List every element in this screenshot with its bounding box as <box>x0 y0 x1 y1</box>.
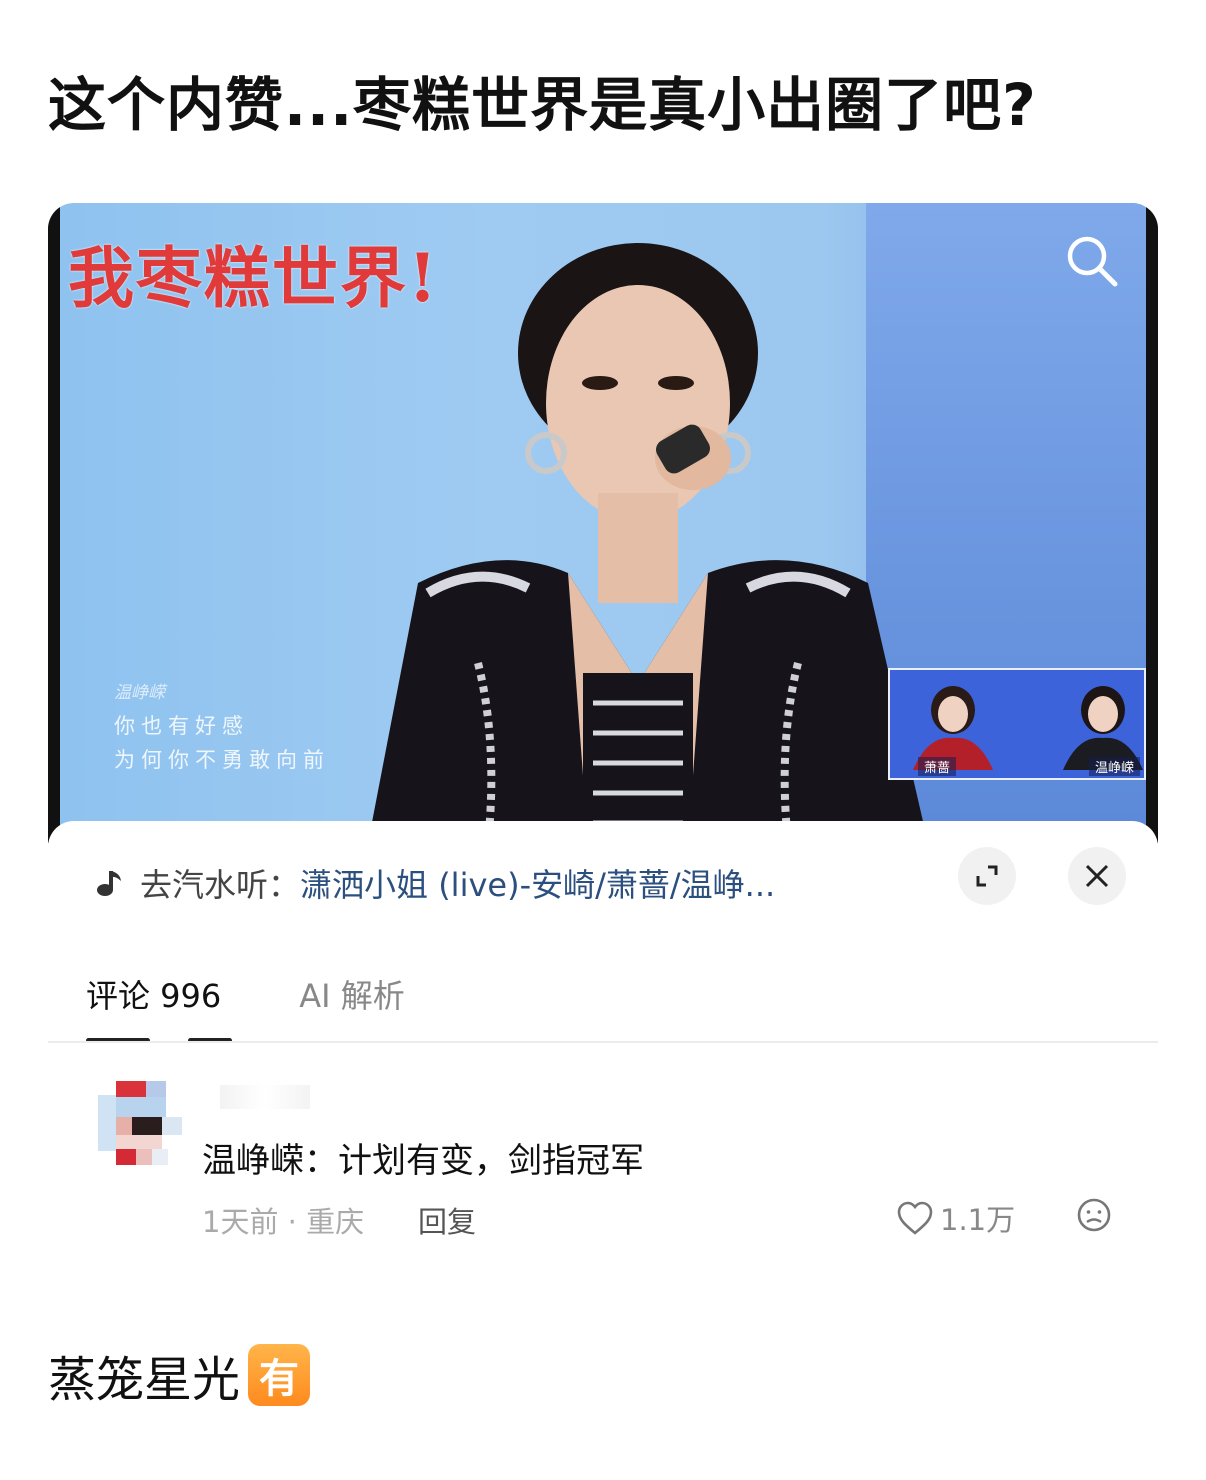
tab-comments[interactable]: 评论 996 <box>86 971 221 1017</box>
lyrics-overlay: 温峥嵘 你也有好感 为何你不勇敢向前 <box>114 678 330 777</box>
comment-text: 温峥嵘：计划有变，剑指冠军 <box>202 1141 644 1181</box>
comment-time-location: 1天前 · 重庆 <box>202 1205 365 1239</box>
close-icon <box>1085 864 1109 888</box>
expand-icon <box>976 865 998 887</box>
performer-image <box>368 243 928 843</box>
close-button[interactable] <box>1068 847 1126 905</box>
badge-icon: 有 <box>248 1344 311 1406</box>
pip-name-left: 萧蔷 <box>918 757 957 776</box>
lyrics-line: 为何你不勇敢向前 <box>114 748 330 772</box>
pip-name-right: 温峥嵘 <box>1088 757 1140 776</box>
author-name[interactable]: 蒸笼星光 有 <box>48 1340 311 1410</box>
video-border <box>48 203 60 843</box>
lyrics-singer: 温峥嵘 <box>114 683 165 703</box>
picture-in-picture: 萧蔷 温峥嵘 <box>888 668 1146 780</box>
heart-icon <box>897 1201 933 1235</box>
search-icon[interactable] <box>1064 233 1120 289</box>
lyrics-line: 你也有好感 <box>114 714 249 738</box>
song-title[interactable]: 潇洒小姐 (live)-安崎/萧蔷/温峥... <box>300 860 775 906</box>
overlay-caption: 我枣糕世界! <box>68 239 439 317</box>
reply-button[interactable]: 回复 <box>418 1199 476 1241</box>
author-label: 蒸笼星光 <box>48 1352 241 1408</box>
video-frame[interactable]: 我枣糕世界! 温峥嵘 你也有好感 为何你不勇敢向前 萧蔷 温峥嵘 <box>48 203 1158 843</box>
comment-item: 温峥嵘：计划有变，剑指冠军 1天前 · 重庆 回复 1.1万 <box>98 1081 1111 1241</box>
like-count: 1.1万 <box>940 1203 1016 1237</box>
avatar[interactable] <box>98 1081 182 1165</box>
video-border <box>1146 203 1158 843</box>
tab-bar: 评论 996 AI 解析 <box>86 971 405 1017</box>
music-link[interactable]: 去汽水听： 潇洒小姐 (live)-安崎/萧蔷/温峥... <box>94 859 894 907</box>
comment-sheet: 去汽水听： 潇洒小姐 (live)-安崎/萧蔷/温峥... 评论 996 AI … <box>48 821 1158 1243</box>
music-prefix: 去汽水听： <box>140 866 301 904</box>
tab-ai-analysis[interactable]: AI 解析 <box>299 971 405 1017</box>
username-redacted <box>220 1085 310 1109</box>
video-card: 我枣糕世界! 温峥嵘 你也有好感 为何你不勇敢向前 萧蔷 温峥嵘 去汽水听： 潇… <box>48 203 1158 1243</box>
music-note-icon <box>97 871 121 896</box>
expand-button[interactable] <box>958 847 1016 905</box>
dislike-icon[interactable] <box>1076 1197 1112 1233</box>
divider <box>48 1041 1158 1043</box>
post-title: 这个内赞...枣糕世界是真小出圈了吧? <box>48 71 1037 139</box>
like-button[interactable]: 1.1万 <box>896 1197 1015 1239</box>
